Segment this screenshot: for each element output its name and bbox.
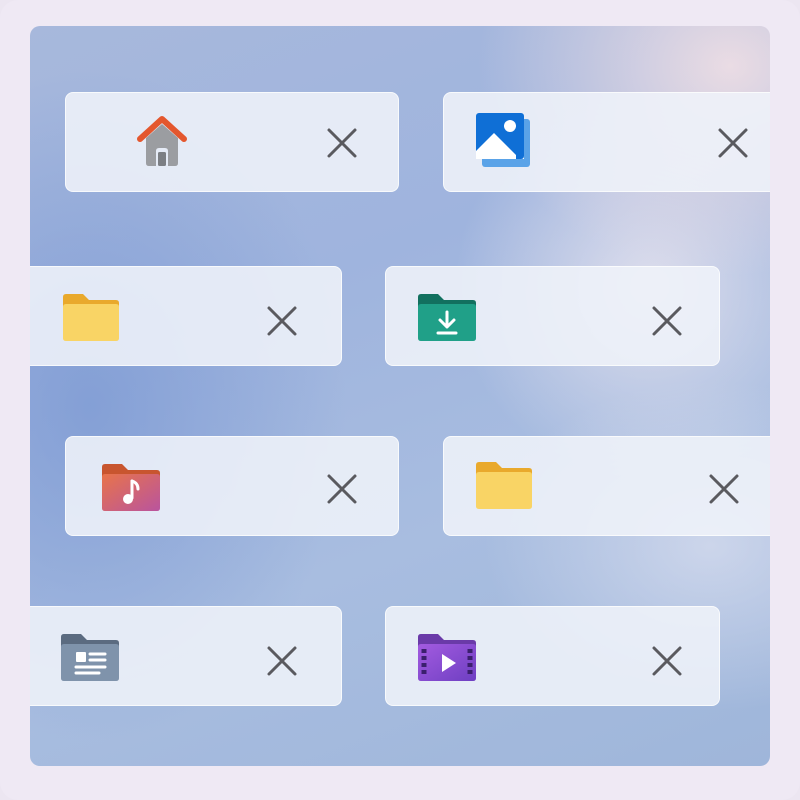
videos-folder-icon xyxy=(416,629,480,689)
documents-folder-icon xyxy=(59,629,123,689)
downloads-folder-icon xyxy=(416,289,480,349)
folder-icon xyxy=(59,289,123,349)
close-icon xyxy=(327,474,357,504)
tab-folder-2[interactable] xyxy=(443,436,770,536)
close-tab-button[interactable] xyxy=(649,303,685,339)
close-tab-button[interactable] xyxy=(264,303,300,339)
close-icon xyxy=(718,128,748,158)
folder-icon xyxy=(472,457,536,517)
music-folder-icon xyxy=(100,459,164,519)
close-icon xyxy=(709,474,739,504)
close-icon xyxy=(267,306,297,336)
close-tab-button[interactable] xyxy=(649,643,685,679)
close-tab-button[interactable] xyxy=(324,471,360,507)
window-frame xyxy=(0,0,800,800)
tab-pictures[interactable] xyxy=(443,92,770,192)
tab-music[interactable] xyxy=(65,436,399,536)
pictures-icon xyxy=(472,111,536,171)
close-tab-button[interactable] xyxy=(324,125,360,161)
home-icon xyxy=(130,111,194,171)
close-icon xyxy=(652,306,682,336)
close-tab-button[interactable] xyxy=(715,125,751,161)
close-icon xyxy=(327,128,357,158)
close-tab-button[interactable] xyxy=(706,471,742,507)
close-tab-button[interactable] xyxy=(264,643,300,679)
close-icon xyxy=(267,646,297,676)
tab-documents[interactable] xyxy=(30,606,342,706)
tab-downloads[interactable] xyxy=(385,266,720,366)
tab-videos[interactable] xyxy=(385,606,720,706)
close-icon xyxy=(652,646,682,676)
tab-showcase-panel xyxy=(30,26,770,766)
tab-home[interactable] xyxy=(65,92,399,192)
tab-folder[interactable] xyxy=(30,266,342,366)
